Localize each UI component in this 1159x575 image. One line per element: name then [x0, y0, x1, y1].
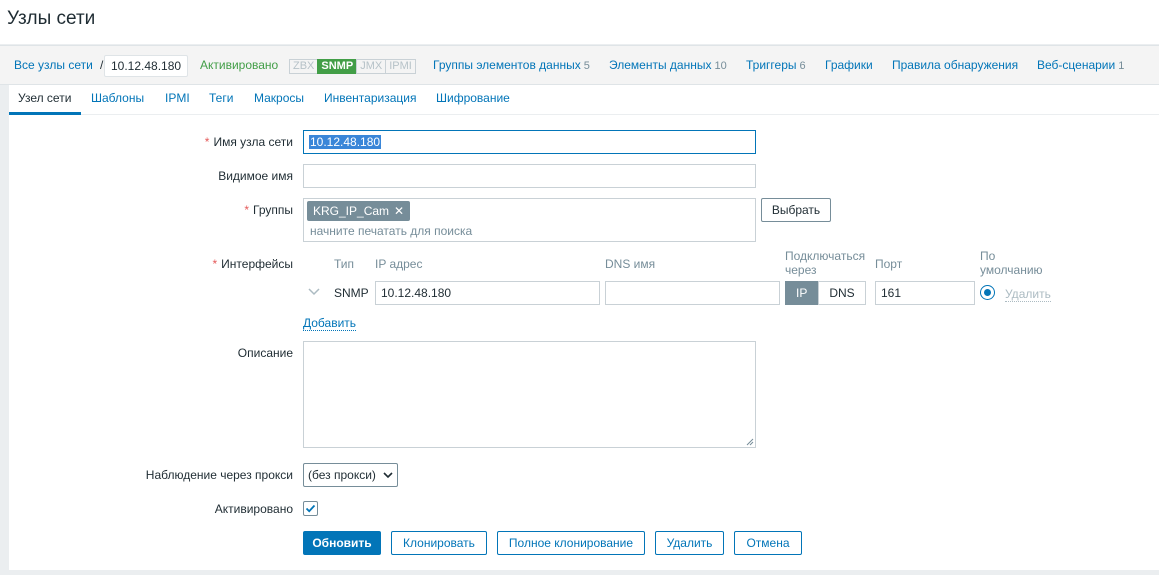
availability-badges: ZBX SNMP JMX IPMI	[289, 59, 416, 74]
page-title: Узлы сети	[7, 8, 96, 29]
breadcrumb-all-hosts[interactable]: Все узлы сети	[14, 46, 93, 84]
nav-item-applications[interactable]: Группы элементов данных 5	[433, 46, 590, 84]
badge-jmx: JMX	[356, 59, 387, 74]
nav-count: 5	[583, 60, 590, 72]
remove-interface-link: Удалить	[1005, 287, 1051, 302]
chevron-down-icon[interactable]	[307, 285, 321, 299]
interface-col-port: Порт	[875, 257, 903, 271]
resize-handle-icon[interactable]	[746, 438, 754, 446]
nav-count: 6	[799, 60, 806, 72]
cancel-button[interactable]: Отмена	[734, 531, 802, 555]
interface-col-dns: DNS имя	[605, 257, 656, 271]
group-chip: KRG_IP_Cam ✕	[307, 201, 411, 221]
nav-count: 10	[714, 60, 727, 72]
nav-count: 1	[1118, 60, 1125, 72]
host-form: Узел сети Шаблоны IPMI Теги Макросы Инве…	[9, 85, 1159, 570]
proxy-label: Наблюдение через прокси	[145, 468, 293, 482]
visible-name-label: Видимое имя	[218, 169, 293, 183]
groups-label: * Группы	[244, 203, 293, 217]
host-name-label: * Имя узла сети	[204, 135, 293, 149]
interface-dns-input[interactable]	[605, 281, 780, 305]
groups-multiselect[interactable]: KRG_IP_Cam ✕ начните печатать для поиска	[303, 198, 756, 242]
add-interface-link[interactable]: Добавить	[303, 316, 357, 331]
full-clone-button[interactable]: Полное клонирование	[497, 531, 645, 555]
nav-item-graphs[interactable]: Графики	[825, 46, 873, 84]
enabled-label: Активировано	[214, 502, 293, 516]
connect-ip-button[interactable]: IP	[785, 281, 819, 305]
checkmark-icon	[305, 504, 316, 513]
tab-macros[interactable]: Макросы	[254, 91, 304, 105]
host-status-enabled[interactable]: Активировано	[200, 46, 278, 84]
host-name-input[interactable]: 10.12.48.180	[303, 130, 756, 154]
proxy-select[interactable]: (без прокси)	[303, 463, 398, 487]
description-textarea[interactable]	[303, 341, 756, 448]
host-navigation: Все узлы сети / 10.12.48.180 Активирован…	[0, 45, 1159, 85]
tab-inventory[interactable]: Инвентаризация	[324, 91, 416, 105]
form-tabs: Узел сети Шаблоны IPMI Теги Макросы Инве…	[9, 85, 1159, 115]
nav-item-discovery-rules[interactable]: Правила обнаружения	[892, 46, 1018, 84]
interface-port-input[interactable]: 161	[875, 281, 975, 305]
badge-snmp: SNMP	[317, 59, 358, 74]
description-label: Описание	[237, 346, 293, 360]
connect-via-toggle: IP DNS	[785, 281, 866, 305]
visible-name-input[interactable]	[303, 164, 756, 188]
tab-templates[interactable]: Шаблоны	[91, 91, 144, 105]
connect-dns-button[interactable]: DNS	[818, 281, 866, 305]
enabled-checkbox[interactable]	[303, 501, 318, 516]
clone-button[interactable]: Клонировать	[391, 531, 487, 555]
interface-type-value: SNMP	[334, 286, 369, 300]
nav-item-items[interactable]: Элементы данных 10	[609, 46, 727, 84]
tab-host[interactable]: Узел сети	[18, 91, 71, 105]
interface-col-connect: Подключаться через	[785, 249, 866, 277]
badge-zbx: ZBX	[289, 59, 319, 74]
tab-ipmi[interactable]: IPMI	[165, 91, 190, 105]
nav-item-web-scenarios[interactable]: Веб-сценарии 1	[1037, 46, 1124, 84]
update-button[interactable]: Обновить	[303, 531, 381, 555]
default-interface-radio[interactable]	[980, 285, 995, 300]
breadcrumb-separator: /	[100, 58, 104, 72]
active-tab-indicator	[9, 112, 81, 115]
interface-col-default: По умолчанию	[980, 249, 1043, 277]
interface-col-type: Тип	[334, 257, 355, 271]
badge-ipmi: IPMI	[385, 59, 416, 74]
breadcrumb-current-host[interactable]: 10.12.48.180	[104, 55, 189, 77]
interface-ip-input[interactable]: 10.12.48.180	[375, 281, 600, 305]
select-groups-button[interactable]: Выбрать	[761, 198, 831, 222]
nav-item-triggers[interactable]: Триггеры 6	[746, 46, 806, 84]
page-header: Узлы сети	[0, 0, 1159, 44]
delete-button[interactable]: Удалить	[655, 531, 724, 555]
tab-tags[interactable]: Теги	[209, 91, 233, 105]
chevron-down-icon	[383, 472, 393, 479]
interface-col-ip: IP адрес	[375, 257, 423, 271]
remove-chip-icon[interactable]: ✕	[394, 204, 404, 218]
interfaces-label: * Интерфейсы	[212, 257, 293, 271]
groups-search-placeholder[interactable]: начните печатать для поиска	[310, 224, 472, 238]
tab-encryption[interactable]: Шифрование	[436, 91, 510, 105]
